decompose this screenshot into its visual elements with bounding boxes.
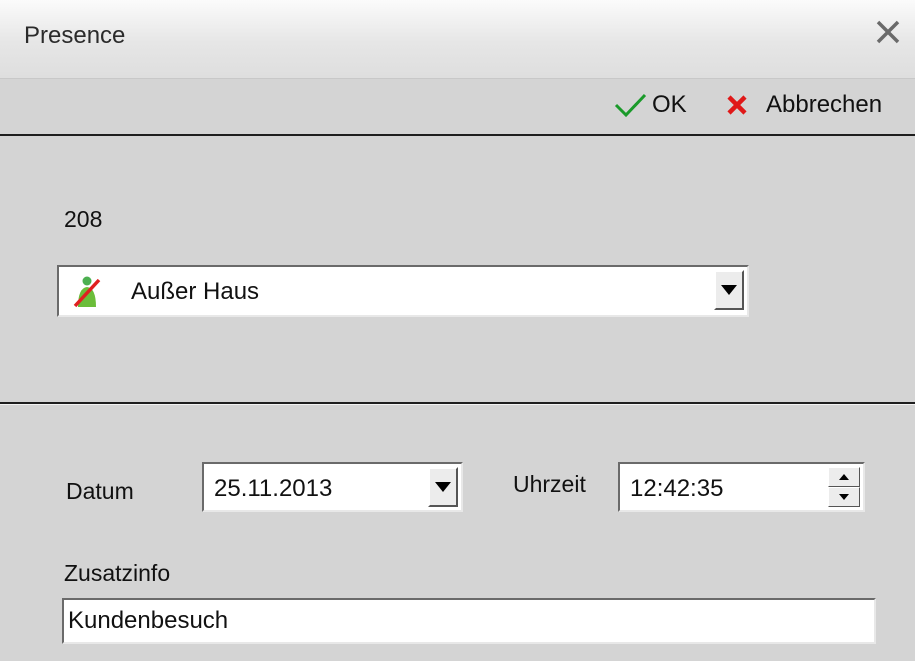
- cancel-button[interactable]: Abbrechen: [722, 85, 882, 125]
- uhrzeit-time-field[interactable]: 12:42:35: [618, 462, 865, 512]
- title-bar: Presence: [0, 0, 915, 79]
- datum-label: Datum: [66, 478, 134, 504]
- arrow-down-icon: [839, 494, 849, 500]
- chevron-down-icon: [721, 285, 737, 295]
- toolbar-separator: [0, 134, 915, 136]
- uhrzeit-label: Uhrzeit: [513, 471, 586, 497]
- spin-down-button[interactable]: [828, 487, 860, 507]
- zusatzinfo-input[interactable]: [62, 598, 876, 644]
- checkmark-icon: [614, 93, 647, 118]
- toolbar: OK Abbrechen: [0, 79, 915, 134]
- spin-up-button[interactable]: [828, 467, 860, 487]
- user-number-label: 208: [64, 206, 103, 232]
- uhrzeit-spinner: [828, 467, 860, 507]
- datum-date-picker[interactable]: 25.11.2013: [202, 462, 463, 512]
- presence-dropdown-button[interactable]: [714, 270, 744, 310]
- zusatzinfo-label: Zusatzinfo: [64, 560, 171, 586]
- presence-status-value: Außer Haus: [131, 278, 260, 305]
- ok-label: OK: [652, 91, 687, 118]
- close-icon: [876, 20, 900, 44]
- window-title: Presence: [24, 22, 126, 49]
- chevron-down-icon: [435, 482, 451, 492]
- away-person-icon: [73, 276, 101, 308]
- cancel-label: Abbrechen: [766, 91, 883, 118]
- datum-dropdown-button[interactable]: [428, 467, 458, 507]
- presence-status-select[interactable]: Außer Haus: [57, 265, 749, 317]
- red-x-icon: [727, 95, 747, 115]
- uhrzeit-value: 12:42:35: [630, 475, 724, 502]
- close-button[interactable]: [868, 12, 908, 52]
- section-separator-highlight: [0, 404, 915, 405]
- ok-button[interactable]: OK: [612, 85, 687, 125]
- arrow-up-icon: [839, 474, 849, 480]
- datum-value: 25.11.2013: [214, 475, 333, 502]
